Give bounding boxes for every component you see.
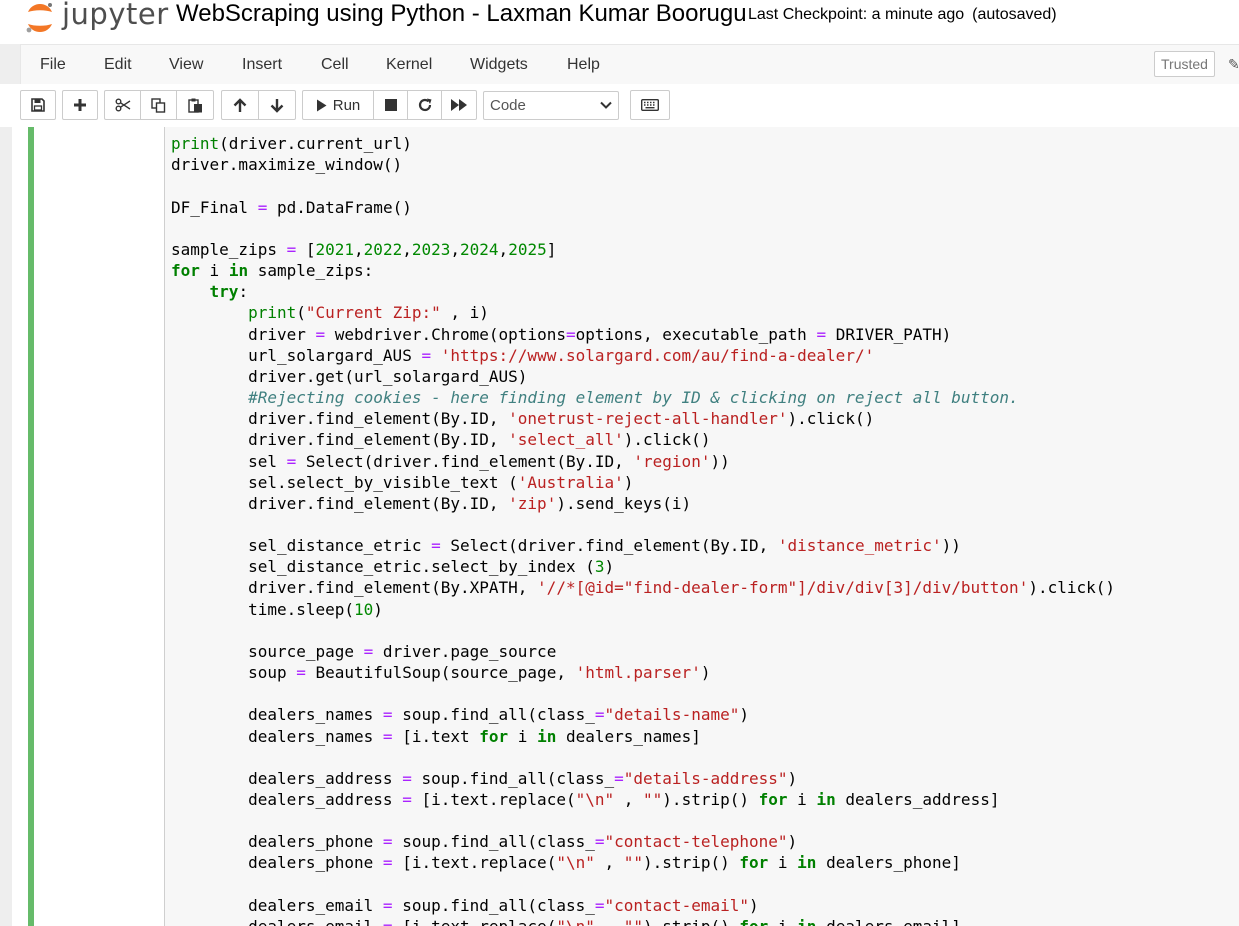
code-cell-input[interactable]: print(driver.current_url) driver.maximiz… <box>164 127 1239 926</box>
restart-kernel-button[interactable] <box>407 90 442 120</box>
code-line: url_solargard_AUS = 'https://www.solarga… <box>171 345 875 365</box>
cell-type-select[interactable]: Code <box>483 91 619 120</box>
jupyter-logo-icon[interactable] <box>22 0 58 36</box>
save-button[interactable] <box>20 90 56 120</box>
code-line: print("Current Zip:" , i) <box>248 303 489 323</box>
save-icon <box>31 98 45 112</box>
chevron-down-icon <box>600 101 612 109</box>
cell-type-value: Code <box>490 97 526 114</box>
jupyter-logo-text[interactable]: jupyter <box>62 0 169 31</box>
cell-edit-mode-bar <box>28 127 34 926</box>
code-line: dealers_phone = soup.find_all(class_="co… <box>171 832 798 852</box>
menu-view[interactable]: View <box>169 56 203 74</box>
keyboard-icon <box>641 99 659 111</box>
code-line: print(driver.current_url) <box>171 134 412 154</box>
code-line: driver = webdriver.Chrome(options=option… <box>171 324 952 344</box>
insert-cell-button[interactable] <box>62 90 98 120</box>
paste-icon <box>187 98 202 113</box>
copy-button[interactable] <box>140 90 177 120</box>
run-button[interactable]: Run <box>302 90 374 120</box>
code-line: driver.find_element(By.ID, 'select_all')… <box>171 430 711 450</box>
code-editor[interactable]: print(driver.current_url) driver.maximiz… <box>171 127 1115 926</box>
notebook-title[interactable]: WebScraping using Python - Laxman Kumar … <box>176 0 747 28</box>
menu-insert[interactable]: Insert <box>242 56 282 74</box>
paste-button[interactable] <box>176 90 214 120</box>
stop-icon <box>384 99 397 111</box>
code-line: driver.maximize_window() <box>171 155 403 175</box>
menu-bar: File Edit View Insert Cell Kernel Widget… <box>20 44 1239 86</box>
code-line: dealers_names = [i.text for i in dealers… <box>171 726 701 746</box>
menu-help[interactable]: Help <box>567 56 600 74</box>
code-line: dealers_address = soup.find_all(class_="… <box>171 768 798 788</box>
code-line: source_page = driver.page_source <box>171 641 557 661</box>
plus-icon <box>74 99 86 111</box>
code-line: sample_zips = [2021,2022,2023,2024,2025] <box>171 239 557 259</box>
move-up-button[interactable] <box>221 90 259 120</box>
code-line: sel.select_by_visible_text ('Australia') <box>171 472 634 492</box>
copy-icon <box>151 97 166 113</box>
checkpoint-text: Last Checkpoint: a minute ago <box>748 6 965 23</box>
code-line: sel_distance_etric.select_by_index (3) <box>171 557 615 577</box>
code-line: sel = Select(driver.find_element(By.ID, … <box>171 451 730 471</box>
code-line: dealers_address = [i.text.replace("\n" ,… <box>171 790 1000 809</box>
code-line: driver.find_element(By.XPATH, '//*[@id="… <box>171 578 1116 598</box>
scissors-icon <box>115 98 130 112</box>
code-line: dealers_names = soup.find_all(class_="de… <box>171 705 749 725</box>
cut-button[interactable] <box>104 90 141 120</box>
code-line: driver.find_element(By.ID, 'zip').send_k… <box>171 493 692 513</box>
code-line: try: <box>209 282 249 302</box>
notebook-area: print(driver.current_url) driver.maximiz… <box>0 127 1239 926</box>
arrow-up-icon <box>233 97 247 112</box>
code-line: time.sleep(10) <box>171 599 383 619</box>
menu-file[interactable]: File <box>40 56 66 74</box>
menu-edit[interactable]: Edit <box>104 56 132 74</box>
code-line: DF_Final = pd.DataFrame() <box>171 197 412 217</box>
command-palette-button[interactable] <box>630 90 670 120</box>
code-line: sel_distance_etric = Select(driver.find_… <box>171 536 961 556</box>
code-line: driver.get(url_solargard_AUS) <box>171 366 528 386</box>
code-line: for i in sample_zips: <box>171 261 374 281</box>
run-label: Run <box>332 96 361 114</box>
code-line: soup = BeautifulSoup(source_page, 'html.… <box>171 663 711 683</box>
code-line: #Rejecting cookies - here finding elemen… <box>248 388 1019 408</box>
menu-kernel[interactable]: Kernel <box>386 56 432 74</box>
autosave-status: (autosaved) <box>972 6 1057 23</box>
restart-run-all-button[interactable] <box>441 90 477 120</box>
code-line: dealers_email = soup.find_all(class_="co… <box>171 895 759 915</box>
trusted-indicator[interactable]: Trusted <box>1154 51 1215 77</box>
interrupt-kernel-button[interactable] <box>373 90 408 120</box>
pencil-icon[interactable]: ✎ <box>1228 56 1239 73</box>
menu-widgets[interactable]: Widgets <box>470 56 528 74</box>
toolbar: Run Code <box>0 84 1239 127</box>
refresh-icon <box>418 98 431 112</box>
code-line: dealers_email = [i.text.replace("\n" , "… <box>171 917 961 926</box>
menu-cell[interactable]: Cell <box>321 56 349 74</box>
arrow-down-icon <box>270 98 284 113</box>
play-icon <box>316 99 327 111</box>
notebook-header: jupyter WebScraping using Python - Laxma… <box>0 0 1239 44</box>
fast-forward-icon <box>451 99 467 111</box>
checkpoint-status: Last Checkpoint: a minute ago (autosaved) <box>748 6 1057 24</box>
move-down-button[interactable] <box>258 90 296 120</box>
code-line: dealers_phone = [i.text.replace("\n" , "… <box>171 853 961 873</box>
notebook-container: print(driver.current_url) driver.maximiz… <box>12 127 1239 926</box>
code-line: driver.find_element(By.ID, 'onetrust-rej… <box>171 409 875 429</box>
